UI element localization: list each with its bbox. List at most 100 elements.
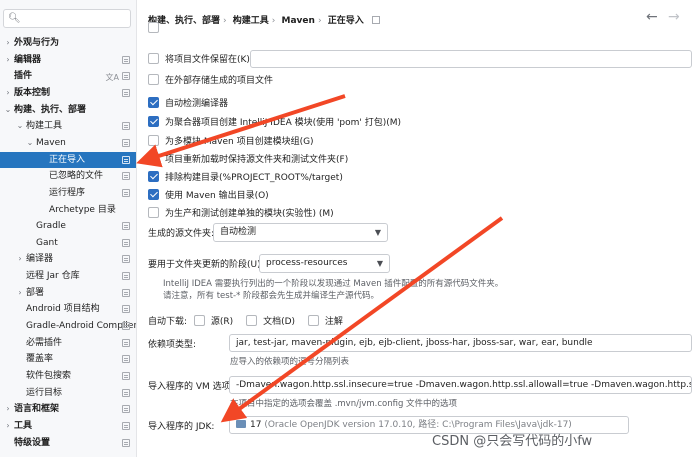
jdk-label: 导入程序的 JDK: [148,422,215,432]
option-auto-detect-compiler[interactable]: 自动检测编译器 [148,97,228,111]
project-settings-icon [122,72,130,81]
option-save-project-files[interactable]: 将项目文件保留在(K): [148,53,253,67]
sidebar-item[interactable]: ⌄ 构建、执行、部署 [0,102,136,118]
generated-sources-dropdown[interactable]: 自动检测 ▼ [213,223,388,242]
chevron-down-icon[interactable]: ⌄ [25,135,35,151]
sidebar-item[interactable]: 远程 Jar 仓库 [0,268,136,284]
breadcrumb-separator: › [223,16,227,26]
project-settings-icon [122,388,130,397]
auto-download-row: 自动下载: 源(R) 文档(D) 注解 [148,315,343,329]
sidebar-item-label: 构建、执行、部署 [14,104,87,115]
phase-note: 请注意，所有 test-* 阶段都会先生成并编译生产源代码。 [163,291,380,301]
chevron-down-icon: ▼ [376,259,383,268]
checkbox-annotations[interactable] [307,315,319,326]
vm-options-hint: 在项目中指定的选项会覆盖 .mvn/jvm.config 文件中的选项 [230,399,458,409]
sidebar-item[interactable]: › 外观与行为 [0,35,136,51]
watermark: CSDN @只会写代码的小fw [432,434,593,449]
dependency-types-field[interactable]: jar, test-jar, maven-plugin, ejb, ejb-cl… [229,334,692,352]
project-settings-icon [122,138,130,147]
dependency-types-hint: 应导入的依赖项的逗号分隔列表 [230,357,350,367]
sidebar-item-label: 覆盖率 [26,354,54,365]
sidebar-item[interactable]: 已忽略的文件 [0,168,136,184]
project-settings-icon [122,421,130,430]
search-icon: 🔍︎ [8,13,21,24]
breadcrumb-item[interactable]: Maven [282,16,315,26]
vm-options-field[interactable]: -Dmaven.wagon.http.ssl.insecure=true -Dm… [229,376,692,394]
chevron-right-icon[interactable]: › [3,401,13,417]
search-input[interactable]: 🔍︎ [3,9,131,28]
chevron-right-icon[interactable]: › [3,418,13,434]
sidebar-item[interactable]: › 部署 [0,285,136,301]
sidebar-item-label: Gant [36,237,58,248]
sidebar-item[interactable]: › 版本控制 [0,85,136,101]
checkbox-checked[interactable] [148,171,159,182]
checkbox[interactable] [148,74,159,85]
sidebar-item[interactable]: ⌄ Maven [0,135,136,151]
sources-label: 源(R) [210,317,234,327]
jdk-folder-icon [236,420,246,428]
checkbox[interactable] [148,53,159,64]
checkbox-sources[interactable] [193,315,205,326]
sidebar-item[interactable]: › 语言和框架 [0,401,136,417]
sidebar-item[interactable]: 必需插件 [0,335,136,351]
project-settings-icon [122,255,130,264]
settings-sidebar: 🔍︎ › 外观与行为 › 编辑器 插件 文A › 版本控制 ⌄ 构建、执行、部署 ⌄ 构建工具 ⌄ Mav… [0,0,137,457]
checkbox[interactable] [148,207,159,218]
chevron-right-icon[interactable]: › [3,52,13,68]
phase-dropdown[interactable]: process-resources ▼ [259,254,390,273]
phase-hint: IntelliJ IDEA 需要执行列出的一个阶段以发现通过 Maven 插件配… [163,279,504,289]
sidebar-item[interactable]: Android 项目结构 [0,301,136,317]
sidebar-item[interactable]: 特级设置 [0,435,136,451]
sidebar-item[interactable]: Archetype 目录 [0,202,136,218]
project-settings-icon [122,188,130,197]
sidebar-item[interactable]: Gant [0,235,136,251]
option-label: 自动检测编译器 [165,99,229,109]
settings-content: 构建、执行、部署 › 构建工具 › Maven › 正在导入 ← → 将项目文件保留在… [138,0,692,457]
forward-arrow-icon[interactable]: → [668,9,680,25]
dropdown-value: 自动检测 [220,227,257,237]
sidebar-item[interactable]: › 编辑器 [0,52,136,68]
project-files-path-field[interactable] [250,50,692,68]
sidebar-item-label: 语言和框架 [14,404,60,415]
chevron-right-icon[interactable]: › [15,285,25,301]
back-arrow-icon[interactable]: ← [646,9,658,25]
option-separate-modules[interactable]: 为生产和测试创建单独的模块(实验性) (M) [148,207,334,221]
checkbox-checked[interactable] [148,116,159,127]
chevron-down-icon[interactable]: ⌄ [15,118,25,134]
option-keep-source-folders[interactable]: 项目重新加载时保持源文件夹和测试文件夹(F) [148,153,348,167]
sidebar-item[interactable]: 运行程序 [0,185,136,201]
sidebar-item[interactable]: 运行目标 [0,385,136,401]
option-label: 为聚合器项目创建 IntelliJ IDEA 模块(使用 'pom' 打包)(M… [165,118,402,128]
sidebar-item[interactable]: 覆盖率 [0,351,136,367]
checkbox[interactable] [148,135,159,146]
option-label: 排除构建目录(%PROJECT_ROOT%/target) [165,173,343,183]
option-create-module-groups[interactable]: 为多模块 Maven 项目创建模块组(G) [148,135,314,149]
checkbox-checked[interactable] [148,189,159,200]
option-create-intellij-modules[interactable]: 为聚合器项目创建 IntelliJ IDEA 模块(使用 'pom' 打包)(M… [148,116,401,130]
breadcrumb-item[interactable]: 构建工具 [233,16,269,26]
sidebar-item[interactable]: 软件包搜索 [0,368,136,384]
sidebar-item[interactable]: › 编译器 [0,251,136,267]
option-store-external[interactable]: 在外部存储生成的项目文件 [148,74,273,88]
chevron-right-icon[interactable]: › [3,85,13,101]
sidebar-item-label: 编译器 [26,254,54,265]
checkbox-docs[interactable] [246,315,258,326]
option-use-maven-output[interactable]: 使用 Maven 输出目录(O) [148,189,269,203]
sidebar-item[interactable]: 插件 文A [0,68,136,84]
sidebar-item[interactable]: Gradle [0,218,136,234]
sidebar-item[interactable]: Gradle-Android Compiler [0,318,136,334]
chevron-right-icon[interactable]: › [3,35,13,51]
sidebar-item[interactable]: 正在导入 [0,151,136,168]
sidebar-item[interactable]: › 工具 [0,418,136,434]
option-label: 项目重新加载时保持源文件夹和测试文件夹(F) [165,155,349,165]
checkbox-checked[interactable] [148,97,159,108]
checkbox[interactable] [148,22,159,33]
option-label: 在外部存储生成的项目文件 [165,76,274,86]
option-exclude-build-dir[interactable]: 排除构建目录(%PROJECT_ROOT%/target) [148,171,343,185]
sidebar-item[interactable]: ⌄ 构建工具 [0,118,136,134]
checkbox-checked[interactable] [148,153,159,164]
chevron-right-icon[interactable]: › [15,251,25,267]
chevron-down-icon[interactable]: ⌄ [3,102,13,118]
sidebar-item-label: Gradle [36,221,66,232]
project-settings-icon [122,222,130,231]
